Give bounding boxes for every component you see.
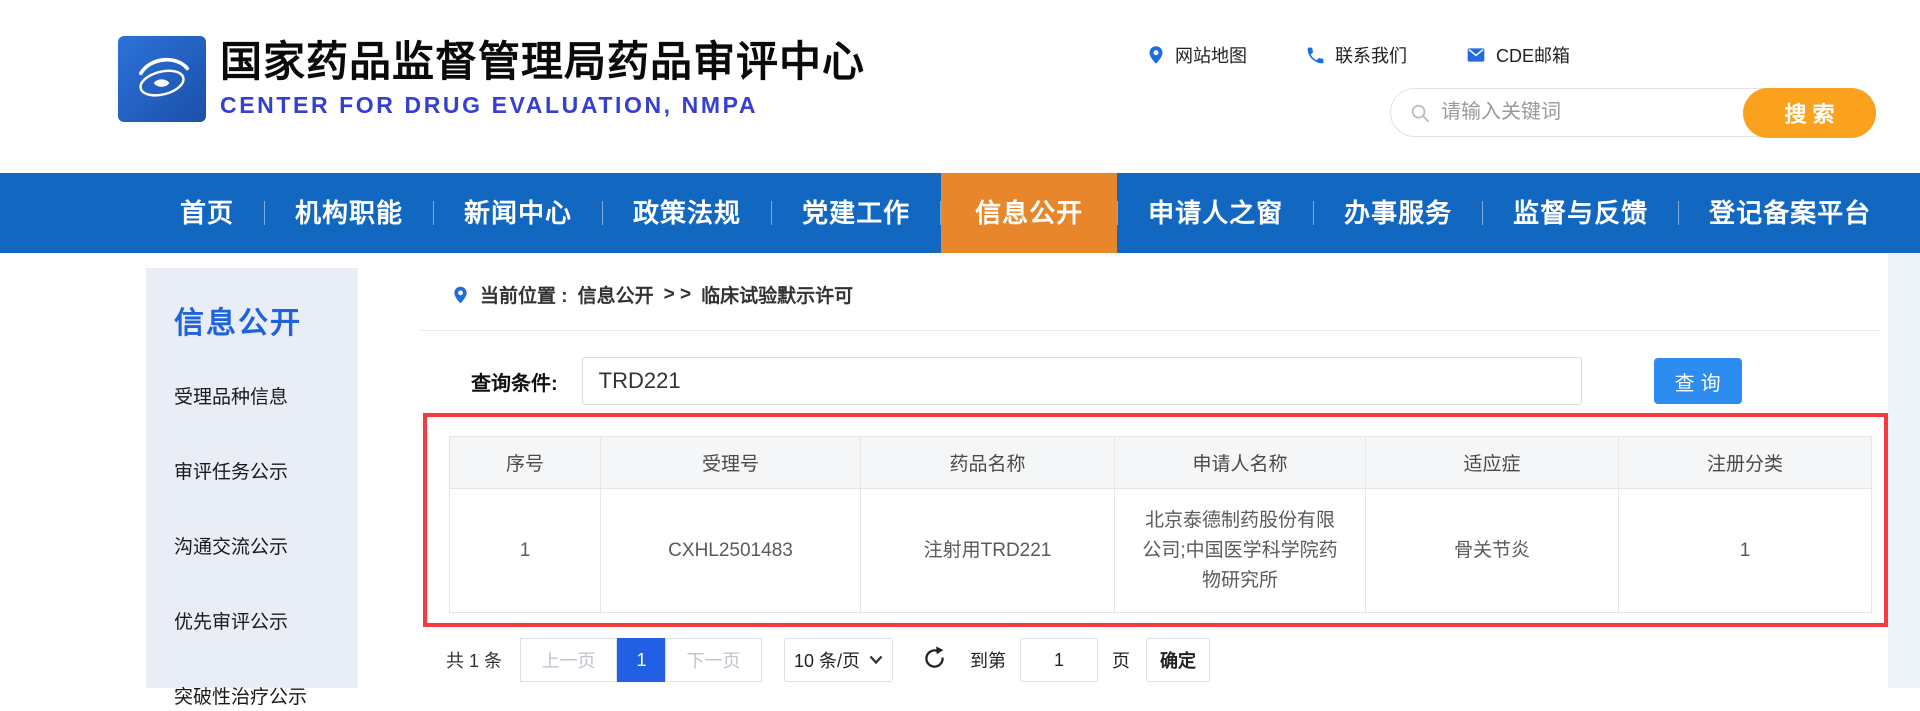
breadcrumb-current: 临床试验默示许可 [701,281,853,308]
confirm-button[interactable]: 确定 [1146,638,1210,682]
sidebar: 信息公开 受理品种信息 审评任务公示 沟通交流公示 优先审评公示 突破性治疗公示 [146,268,358,688]
chevron-down-icon [869,655,883,665]
breadcrumb-divider [420,330,1880,331]
nav-item-services[interactable]: 办事服务 [1314,173,1482,253]
site-search-input[interactable] [1441,101,1741,124]
cell-drug-name: 注射用TRD221 [861,489,1115,613]
page-size-value: 10 条/页 [794,647,860,673]
refresh-icon [921,645,948,672]
map-pin-icon [1146,44,1166,66]
results-table: 序号 受理号 药品名称 申请人名称 适应症 注册分类 1 CXHL2501483… [449,436,1872,613]
mailbox-link[interactable]: CDE邮箱 [1465,42,1570,68]
location-pin-icon [451,284,470,306]
cell-acceptance-no: CXHL2501483 [601,489,861,613]
site-title-en: CENTER FOR DRUG EVALUATION, NMPA [220,92,865,119]
breadcrumb-section[interactable]: 信息公开 [578,281,654,308]
sidebar-item-communication[interactable]: 沟通交流公示 [174,532,358,559]
search-icon [1409,102,1431,124]
site-search: 搜索 [1390,88,1876,137]
sidebar-title[interactable]: 信息公开 [174,298,358,342]
nav-item-registration-platform[interactable]: 登记备案平台 [1679,173,1901,253]
cde-logo-swoosh [126,44,198,114]
site-header: 国家药品监督管理局药品审评中心 CENTER FOR DRUG EVALUATI… [0,0,1920,173]
prev-page-button[interactable]: 上一页 [520,638,617,682]
breadcrumb-separator: > > [664,284,691,306]
nav-item-applicant-window[interactable]: 申请人之窗 [1118,173,1313,253]
current-page-button[interactable]: 1 [617,638,666,682]
query-input[interactable] [582,357,1582,405]
query-label: 查询条件: [471,367,558,396]
nav-item-info-disclosure[interactable]: 信息公开 [941,173,1117,253]
nav-item-supervision-feedback[interactable]: 监督与反馈 [1483,173,1678,253]
query-button[interactable]: 查询 [1654,358,1742,404]
total-count: 共 1 条 [446,647,502,673]
col-header-registration-class: 注册分类 [1619,437,1872,489]
goto-page-prefix: 到第 [970,647,1006,673]
cde-logo [118,36,206,122]
query-row: 查询条件: 查询 [471,356,1742,406]
goto-page-input[interactable] [1020,638,1098,682]
site-search-button[interactable]: 搜索 [1743,88,1876,138]
cell-seq: 1 [450,489,601,613]
result-highlight-box: 序号 受理号 药品名称 申请人名称 适应症 注册分类 1 CXHL2501483… [423,413,1888,627]
col-header-applicant: 申请人名称 [1115,437,1366,489]
sidebar-item-review-tasks[interactable]: 审评任务公示 [174,457,358,484]
nav-item-news-center[interactable]: 新闻中心 [434,173,602,253]
mail-icon [1465,45,1487,65]
nav-item-home[interactable]: 首页 [150,173,264,253]
next-page-button[interactable]: 下一页 [665,638,762,682]
pager-group: 上一页 1 下一页 [520,638,762,682]
right-background-strip [1886,253,1920,688]
cell-indication: 骨关节炎 [1366,489,1619,613]
col-header-seq: 序号 [450,437,601,489]
col-header-drug-name: 药品名称 [861,437,1115,489]
goto-page-suffix: 页 [1112,647,1130,673]
main-content: 当前位置 : 信息公开 > > 临床试验默示许可 查询条件: 查询 序号 受理号 [358,253,1888,711]
sitemap-link[interactable]: 网站地图 [1146,42,1247,68]
table-row: 1 CXHL2501483 注射用TRD221 北京泰德制药股份有限公司;中国医… [450,489,1872,613]
col-header-indication: 适应症 [1366,437,1619,489]
brand: 国家药品监督管理局药品审评中心 CENTER FOR DRUG EVALUATI… [118,36,865,122]
refresh-button[interactable] [921,645,948,675]
table-header-row: 序号 受理号 药品名称 申请人名称 适应症 注册分类 [450,437,1872,489]
pagination: 共 1 条 上一页 1 下一页 10 条/页 到第 页 确定 [446,638,1210,682]
quick-links: 网站地图 联系我们 CDE邮箱 [1146,42,1570,68]
contact-label: 联系我们 [1335,42,1407,68]
nav-item-org-functions[interactable]: 机构职能 [265,173,433,253]
content-band: 信息公开 受理品种信息 审评任务公示 沟通交流公示 优先审评公示 突破性治疗公示… [0,253,1920,711]
site-title-cn: 国家药品监督管理局药品审评中心 [220,39,865,85]
col-header-acceptance-no: 受理号 [601,437,861,489]
sidebar-item-breakthrough-therapy[interactable]: 突破性治疗公示 [174,682,358,709]
nav-item-policies[interactable]: 政策法规 [603,173,771,253]
sidebar-item-accepted-varieties[interactable]: 受理品种信息 [174,382,358,409]
breadcrumb: 当前位置 : 信息公开 > > 临床试验默示许可 [451,281,853,308]
cell-registration-class: 1 [1619,489,1872,613]
cell-applicant: 北京泰德制药股份有限公司;中国医学科学院药物研究所 [1115,489,1366,613]
contact-link[interactable]: 联系我们 [1305,42,1407,68]
nav-item-party-building[interactable]: 党建工作 [772,173,940,253]
brand-titles: 国家药品监督管理局药品审评中心 CENTER FOR DRUG EVALUATI… [220,39,865,118]
breadcrumb-prefix: 当前位置 : [480,281,568,308]
phone-icon [1305,45,1326,66]
sitemap-label: 网站地图 [1175,42,1247,68]
page-size-select[interactable]: 10 条/页 [784,638,893,682]
mailbox-label: CDE邮箱 [1496,42,1570,68]
sidebar-item-priority-review[interactable]: 优先审评公示 [174,607,358,634]
main-nav: 首页 机构职能 新闻中心 政策法规 党建工作 信息公开 申请人之窗 办事服务 监… [0,173,1920,253]
